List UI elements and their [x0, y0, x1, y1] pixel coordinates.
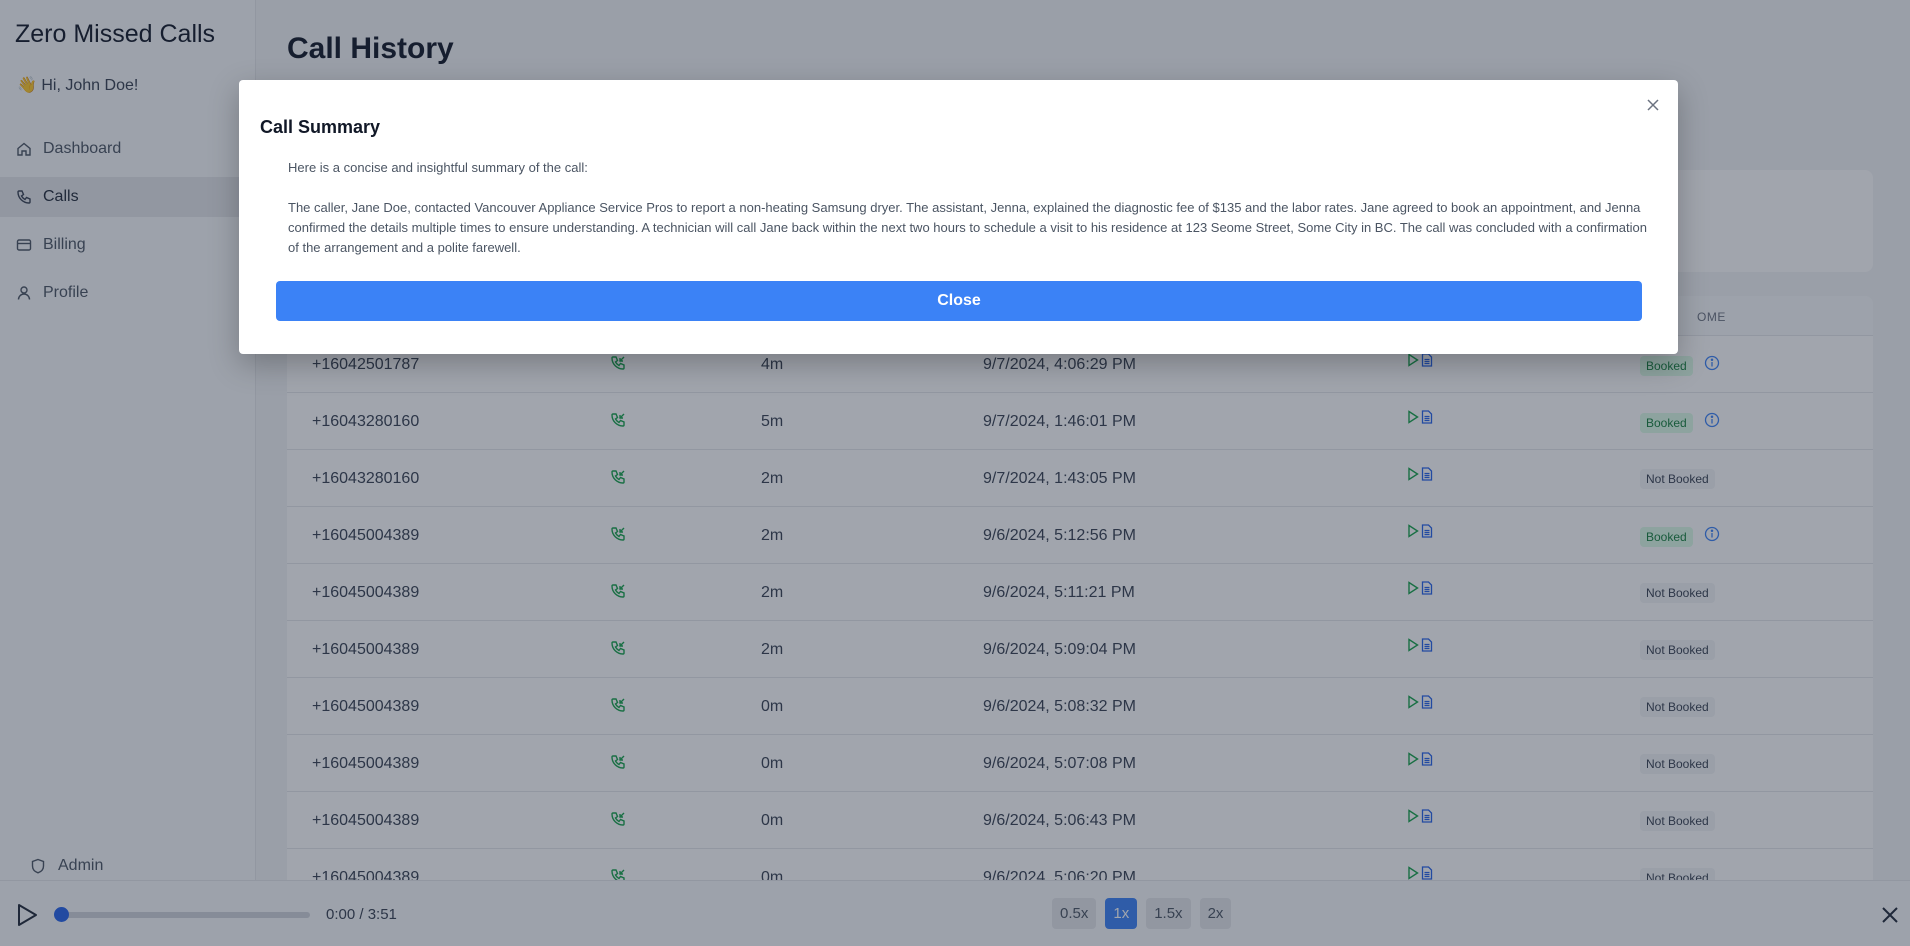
summary-body: Here is a concise and insightful summary… — [288, 158, 1648, 258]
summary-text: The caller, Jane Doe, contacted Vancouve… — [288, 200, 1647, 255]
modal-title: Call Summary — [260, 117, 381, 137]
close-icon[interactable] — [1646, 98, 1660, 112]
modal-overlay[interactable]: Call Summary Here is a concise and insig… — [0, 0, 1910, 946]
summary-intro: Here is a concise and insightful summary… — [288, 160, 588, 175]
call-summary-modal: Call Summary Here is a concise and insig… — [239, 80, 1678, 354]
close-button[interactable]: Close — [276, 281, 1642, 321]
